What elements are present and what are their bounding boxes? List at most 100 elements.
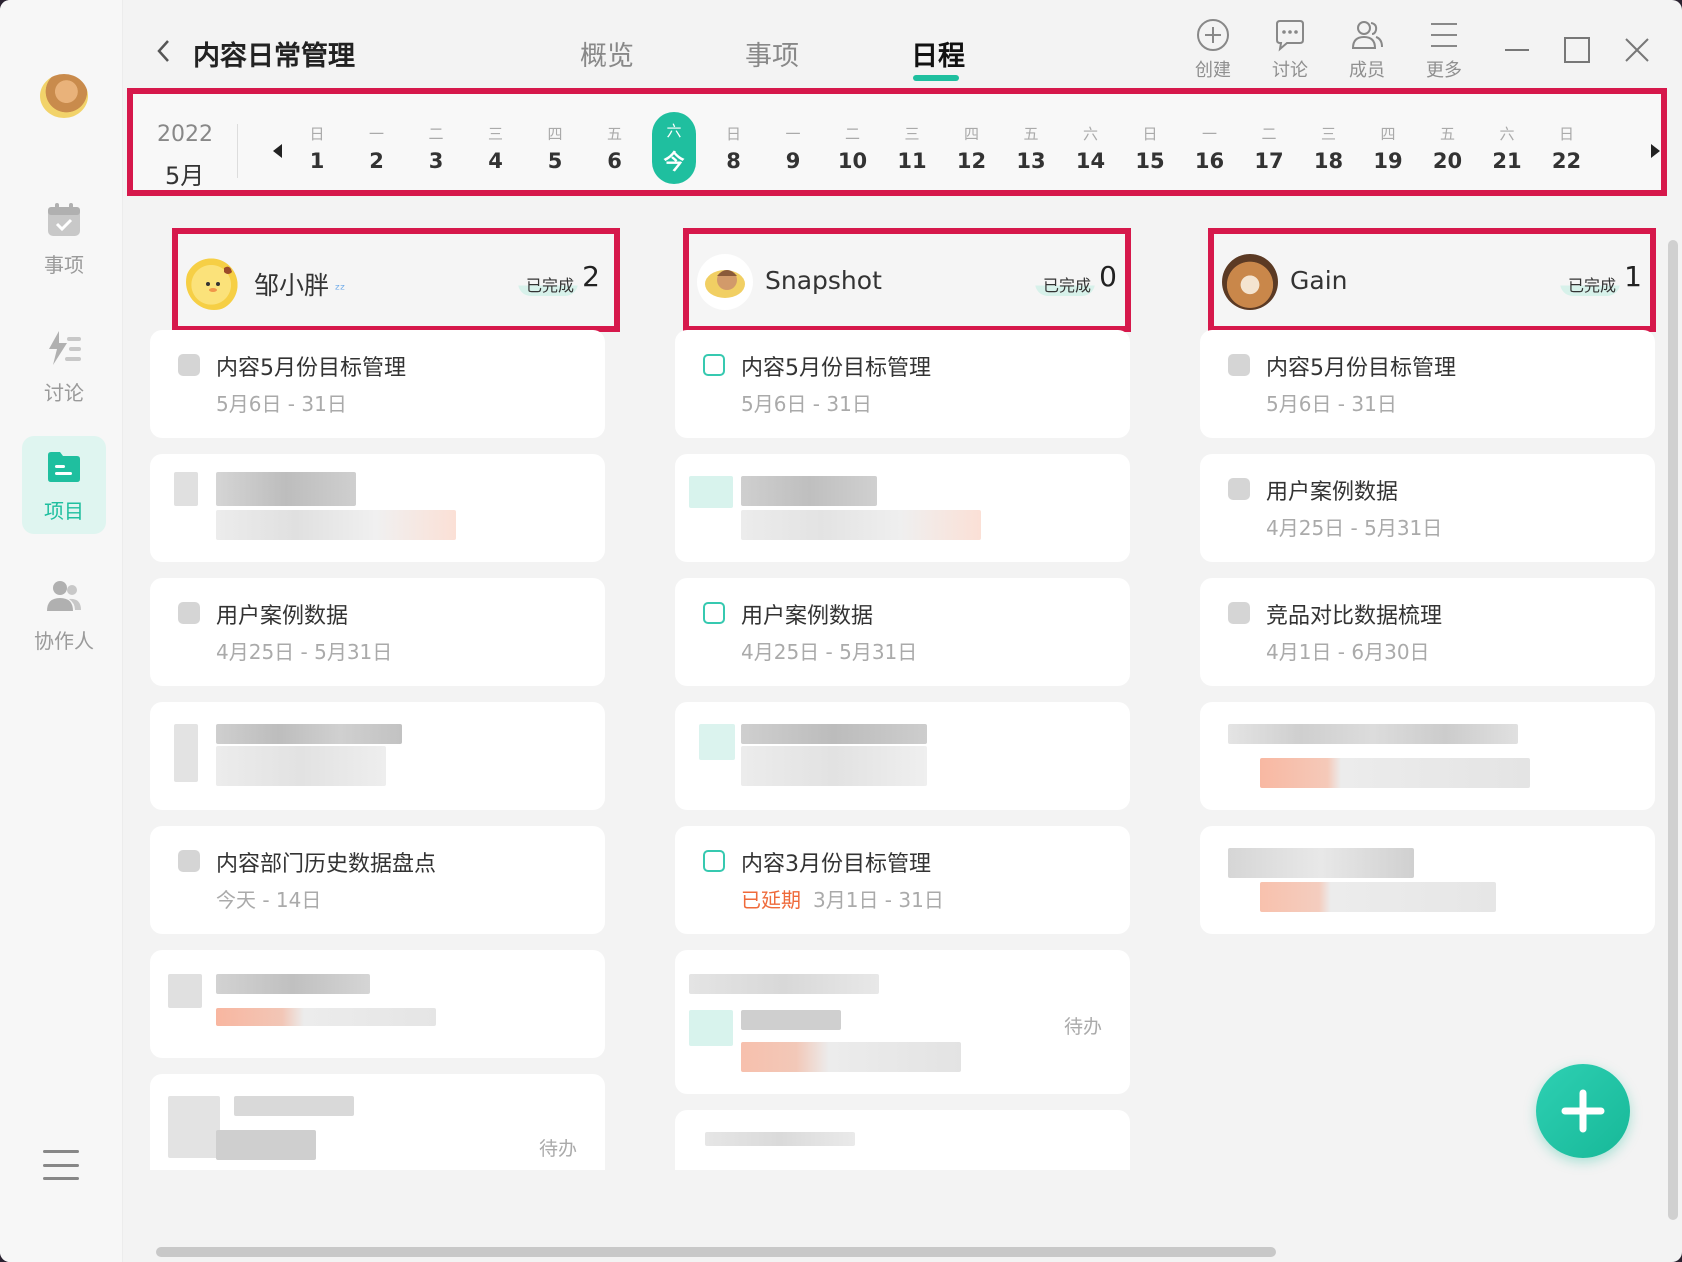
member-column-header[interactable]: 邹小胖 ᶻᶻ 已完成 2 [172, 228, 620, 332]
more-button[interactable]: 更多 [1414, 18, 1474, 84]
day-cell[interactable]: 三 18 [1307, 112, 1351, 184]
add-button[interactable] [1536, 1064, 1630, 1158]
horizontal-scrollbar[interactable] [156, 1247, 1276, 1257]
task-card-blurred[interactable] [675, 702, 1130, 810]
task-card-blurred[interactable] [675, 454, 1130, 562]
weekday-label: 日 [309, 125, 325, 143]
completed-count: 0 [1099, 260, 1117, 293]
day-cell[interactable]: 五6 [593, 112, 637, 184]
day-cell[interactable]: 日 15 [1128, 112, 1172, 184]
task-checkbox[interactable] [178, 354, 200, 376]
day-cell[interactable]: 日 22 [1545, 112, 1589, 184]
task-checkbox[interactable] [703, 602, 725, 624]
back-icon[interactable] [153, 36, 173, 66]
avatar [186, 254, 242, 310]
member-column-header[interactable]: Snapshot 已完成 0 [683, 228, 1131, 332]
day-cell[interactable]: 一2 [355, 112, 399, 184]
day-cell[interactable]: 一 16 [1188, 112, 1232, 184]
sidebar-item-project[interactable]: 项目 [22, 436, 106, 534]
tab-overview[interactable]: 概览 [580, 34, 634, 73]
minimize-icon[interactable] [1497, 30, 1537, 70]
day-cell[interactable]: 四5 [533, 112, 577, 184]
user-avatar[interactable] [40, 74, 88, 118]
weekday-label: 四 [963, 125, 979, 143]
discussion-button[interactable]: 讨论 [1260, 18, 1320, 84]
blurred-content [216, 510, 456, 540]
weekday-label: 五 [606, 125, 622, 143]
task-checkbox[interactable] [1228, 478, 1250, 500]
day-cell[interactable]: 二3 [414, 112, 458, 184]
day-cell[interactable]: 二 17 [1247, 112, 1291, 184]
menu-icon[interactable] [43, 1150, 79, 1180]
chat-icon [1276, 20, 1304, 52]
maximize-icon[interactable] [1557, 30, 1597, 70]
task-card[interactable]: 内容3月份目标管理 已延期 3月1日 - 31日 [675, 826, 1130, 934]
sleep-icon: ᶻᶻ [335, 282, 346, 298]
day-number: 4 [488, 149, 503, 173]
task-card[interactable]: 内容5月份目标管理 5月6日 - 31日 [1200, 330, 1655, 438]
day-cell[interactable]: 五 20 [1426, 112, 1470, 184]
vertical-scrollbar[interactable] [1668, 240, 1678, 1220]
task-checkbox[interactable] [703, 850, 725, 872]
sidebar-item-discussion[interactable]: 讨论 [22, 318, 106, 416]
members-button[interactable]: 成员 [1337, 18, 1397, 84]
task-title: 用户案例数据 [741, 604, 874, 629]
task-card[interactable]: 用户案例数据 4月25日 - 5月31日 [1200, 454, 1655, 562]
day-cell[interactable]: 一9 [771, 112, 815, 184]
day-cell[interactable]: 日1 [295, 112, 339, 184]
day-number: 5 [547, 149, 563, 173]
weekday-label: 六 [666, 122, 682, 140]
task-card-blurred[interactable] [1200, 702, 1655, 810]
prev-arrow-icon[interactable] [273, 144, 282, 158]
tab-events[interactable]: 事项 [745, 34, 799, 73]
completed-label: 已完成 [1559, 270, 1620, 296]
task-card-blurred[interactable]: 待办 [675, 950, 1130, 1094]
day-cell[interactable]: 六 21 [1485, 112, 1529, 184]
weekday-label: 一 [1201, 125, 1217, 143]
tab-schedule[interactable]: 日程 [911, 34, 965, 73]
task-card-blurred[interactable]: 待办 [150, 1074, 605, 1170]
member-column-header[interactable]: Gain 已完成 1 [1208, 228, 1656, 332]
task-card-blurred[interactable] [150, 950, 605, 1058]
create-button[interactable]: 创建 [1183, 18, 1243, 84]
day-cell[interactable]: 四 19 [1366, 112, 1410, 184]
day-number: 16 [1194, 149, 1225, 173]
completed-label: 已完成 [1034, 270, 1095, 296]
task-card-blurred[interactable] [150, 454, 605, 562]
task-card-blurred[interactable] [675, 1110, 1130, 1170]
day-cell[interactable]: 三4 [474, 112, 518, 184]
bolt-list-icon [45, 329, 83, 367]
day-today[interactable]: 六今 [652, 112, 696, 184]
page-title: 内容日常管理 [193, 41, 355, 72]
task-card[interactable]: 用户案例数据 4月25日 - 5月31日 [150, 578, 605, 686]
sidebar-item-collaborators[interactable]: 协作人 [22, 566, 106, 664]
task-date: 5月6日 - 31日 [216, 392, 347, 416]
task-card[interactable]: 内容5月份目标管理 5月6日 - 31日 [675, 330, 1130, 438]
day-cell[interactable]: 二 10 [831, 112, 875, 184]
task-card[interactable]: 内容5月份目标管理 5月6日 - 31日 [150, 330, 605, 438]
completed-count: 1 [1624, 260, 1642, 293]
task-card[interactable]: 用户案例数据 4月25日 - 5月31日 [675, 578, 1130, 686]
task-card[interactable]: 内容部门历史数据盘点 今天 - 14日 [150, 826, 605, 934]
task-card-blurred[interactable] [1200, 826, 1655, 934]
task-checkbox[interactable] [178, 850, 200, 872]
next-arrow-icon[interactable] [1651, 144, 1660, 158]
weekday-label: 一 [368, 125, 384, 143]
completed-count: 2 [582, 260, 600, 293]
task-card[interactable]: 竞品对比数据梳理 4月1日 - 6月30日 [1200, 578, 1655, 686]
task-card-blurred[interactable] [150, 702, 605, 810]
day-cell[interactable]: 六 14 [1069, 112, 1113, 184]
sidebar-item-events[interactable]: 事项 [22, 190, 106, 288]
day-cell[interactable]: 日8 [712, 112, 756, 184]
day-cell[interactable]: 五 13 [1009, 112, 1053, 184]
day-cell[interactable]: 四 12 [950, 112, 994, 184]
day-cell[interactable]: 三 11 [890, 112, 934, 184]
task-checkbox[interactable] [1228, 354, 1250, 376]
task-title: 内容5月份目标管理 [216, 356, 406, 381]
task-checkbox[interactable] [178, 602, 200, 624]
weekday-label: 三 [904, 125, 920, 143]
task-checkbox[interactable] [703, 354, 725, 376]
task-checkbox[interactable] [1228, 602, 1250, 624]
close-icon[interactable] [1617, 30, 1657, 70]
people-icon [45, 577, 83, 615]
